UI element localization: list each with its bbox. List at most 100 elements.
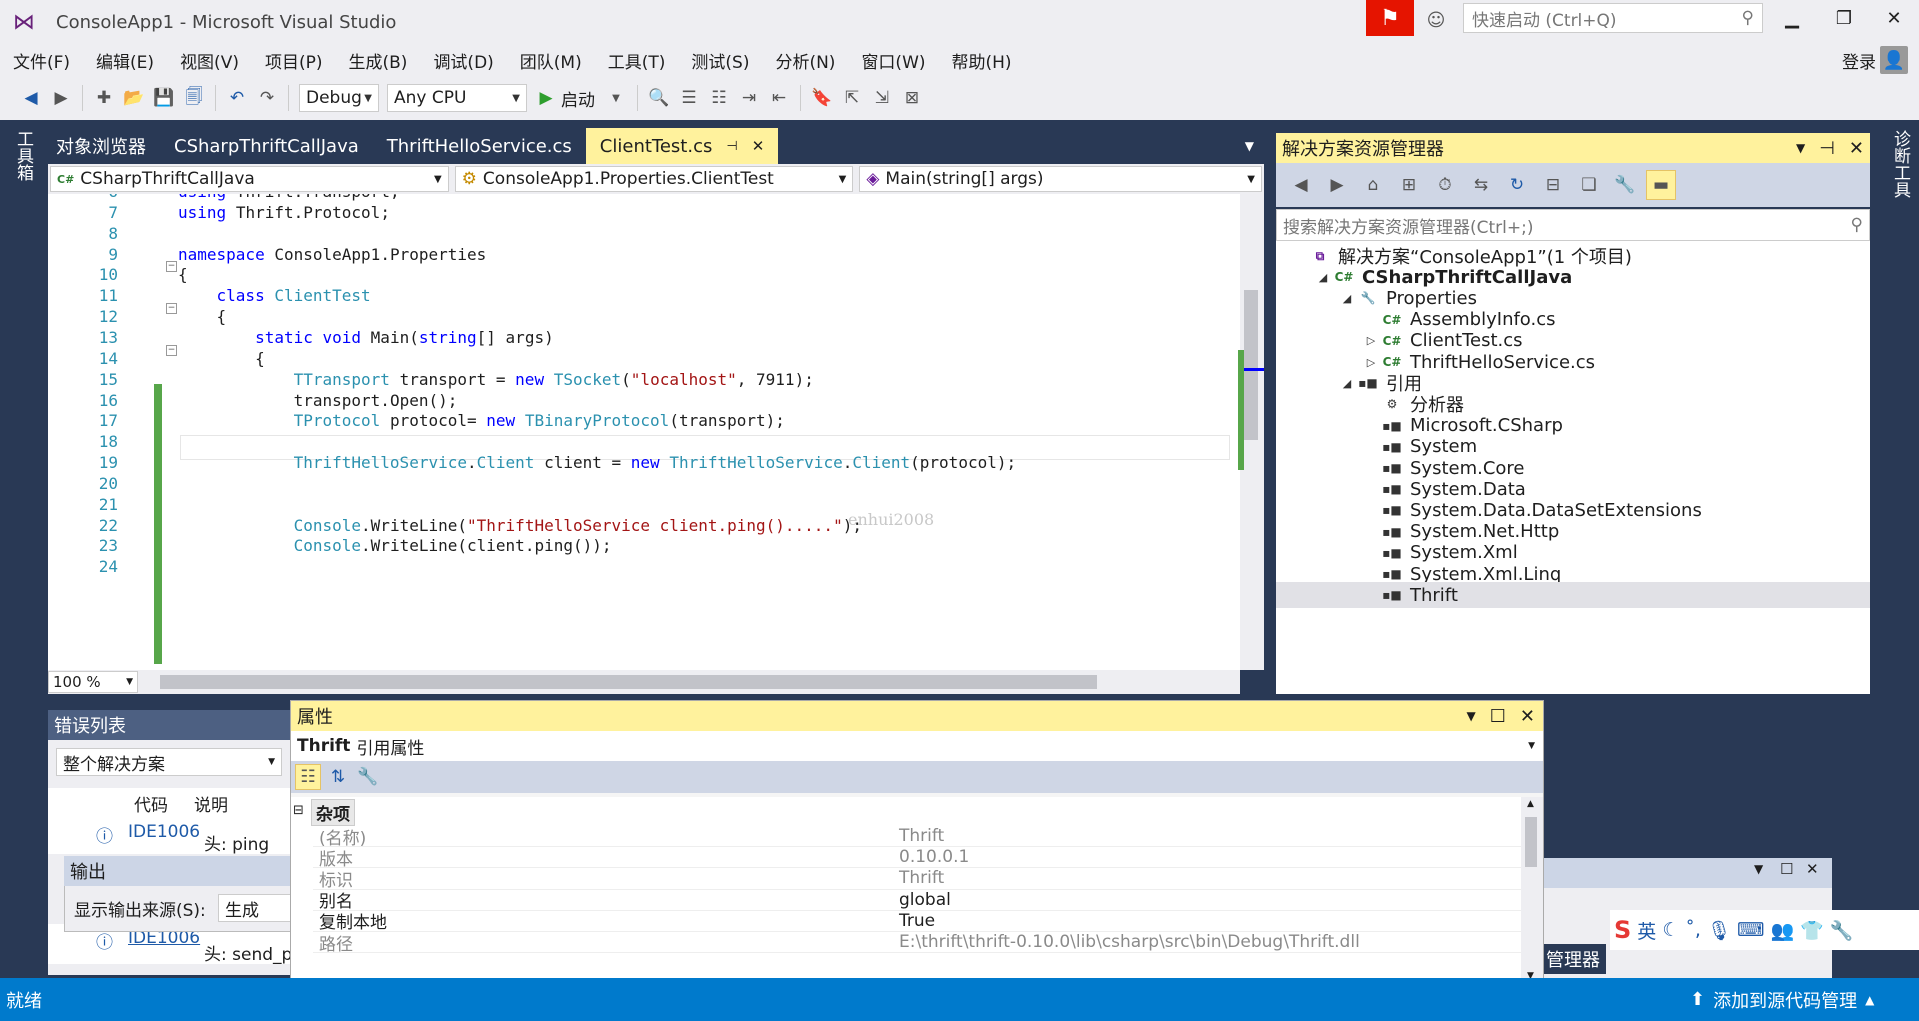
zoom-select[interactable]: 100 % ▼ — [48, 671, 138, 693]
menu-team[interactable]: 团队(M) — [507, 48, 595, 73]
next-bookmark-icon[interactable]: ⇲ — [867, 83, 897, 113]
project-select[interactable]: C# CSharpThriftCallJava ▼ — [50, 166, 449, 192]
properties-object-select[interactable]: Thrift 引用属性 ▼ — [291, 731, 1543, 761]
tab-overflow-icon[interactable]: ▼ — [1245, 139, 1254, 153]
error-row[interactable]: ⓘ IDE1006 头: ping — [48, 818, 293, 855]
start-play-icon[interactable]: ▶ — [531, 83, 561, 113]
scrollbar-thumb[interactable] — [1244, 290, 1258, 440]
collapse-icon[interactable]: ◢ — [1338, 292, 1356, 305]
minimize-button[interactable]: ▁ — [1766, 0, 1818, 36]
expand-icon[interactable]: ▷ — [1362, 334, 1380, 347]
type-select[interactable]: ⚙ ConsoleApp1.Properties.ClientTest ▼ — [454, 166, 854, 192]
user-avatar-icon[interactable]: 👤 — [1880, 46, 1908, 74]
switch-views-icon[interactable]: ⊞ — [1394, 170, 1424, 200]
property-value[interactable]: E:\thrift\thrift-0.10.0\lib\csharp\src\b… — [891, 932, 1521, 952]
undo-icon[interactable]: ↶ — [222, 83, 252, 113]
close-tab-icon[interactable]: ✕ — [752, 137, 765, 155]
property-row[interactable]: 路径 E:\thrift\thrift-0.10.0\lib\csharp\src… — [313, 932, 1521, 955]
chevron-down-icon[interactable]: ▼ — [1754, 862, 1763, 876]
configuration-select[interactable]: Debug ▼ — [299, 84, 379, 112]
prev-bookmark-icon[interactable]: ⇱ — [837, 83, 867, 113]
property-value[interactable]: global — [891, 890, 1521, 910]
column-header-description[interactable]: 说明 — [194, 791, 228, 816]
tab-client-test[interactable]: ClientTest.cs ⊣ ✕ — [585, 128, 779, 164]
forward-icon[interactable]: ▶ — [1322, 170, 1352, 200]
outdent-icon[interactable]: ⇤ — [764, 83, 794, 113]
property-value[interactable]: True — [891, 911, 1521, 931]
properties-wrench-icon[interactable]: 🔧 — [1610, 170, 1640, 200]
column-header-code[interactable]: 代码 — [134, 791, 168, 816]
add-to-source-control[interactable]: 添加到源代码管理 — [1713, 987, 1857, 1013]
diagnostic-tools-tab[interactable]: 诊断工具 — [1888, 130, 1913, 198]
property-value[interactable]: 0.10.0.1 — [891, 847, 1521, 867]
indent-icon[interactable]: ⇥ — [734, 83, 764, 113]
code-line[interactable]: 13 static void Main(string[] args) — [48, 328, 1240, 349]
collapse-icon[interactable]: ◢ — [1314, 271, 1332, 284]
code-line[interactable]: 15 TTransport transport = new TSocket("l… — [48, 370, 1240, 391]
close-icon[interactable]: ✕ — [1806, 860, 1819, 878]
login-link[interactable]: 登录 — [1842, 44, 1876, 76]
clear-bookmarks-icon[interactable]: ⊠ — [897, 83, 927, 113]
error-scope-select[interactable]: 整个解决方案 ▼ — [56, 748, 282, 776]
expand-icon[interactable]: ▷ — [1362, 356, 1380, 369]
code-line[interactable]: 19 ThriftHelloService.Client client = ne… — [48, 453, 1240, 474]
back-icon[interactable]: ◀ — [1286, 170, 1316, 200]
menu-file[interactable]: 文件(F) — [0, 48, 83, 73]
open-folder-icon[interactable]: 📂 — [119, 83, 149, 113]
solution-search-input[interactable]: 搜索解决方案资源管理器(Ctrl+;) ⚲ — [1276, 209, 1870, 241]
tab-thrift-hello-service[interactable]: ThriftHelloService.cs — [373, 128, 586, 164]
code-line[interactable]: 14 { — [48, 349, 1240, 370]
history-icon[interactable]: ⏱ — [1430, 170, 1460, 200]
tree-item[interactable]: ▪■ Thrift — [1276, 582, 1870, 609]
scrollbar-thumb[interactable] — [1525, 817, 1537, 867]
code-line[interactable]: 10 { — [48, 265, 1240, 286]
property-grid-scrollbar[interactable]: ▲ ▼ — [1521, 797, 1543, 985]
code-line[interactable]: 17 TProtocol protocol= new TBinaryProtoc… — [48, 411, 1240, 432]
preview-icon[interactable]: ▬ — [1646, 170, 1676, 200]
keyboard-icon[interactable]: ⌨ — [1737, 919, 1764, 941]
menu-edit[interactable]: 编辑(E) — [83, 48, 167, 73]
start-button[interactable]: 启动 — [561, 86, 595, 111]
error-code[interactable]: IDE1006 — [128, 822, 200, 842]
menu-project[interactable]: 项目(P) — [252, 48, 336, 73]
maximize-icon[interactable]: ☐ — [1780, 860, 1793, 878]
save-all-icon[interactable]: 🗐 — [179, 83, 209, 113]
code-line[interactable]: 18 — [48, 432, 1240, 453]
code-line[interactable]: 21 — [48, 495, 1240, 516]
alphabetical-icon[interactable]: ⇅ — [325, 764, 351, 790]
punctuation-icon[interactable]: ˚, — [1685, 919, 1701, 941]
feedback-icon[interactable]: ☺ — [1418, 4, 1454, 36]
collapse-all-icon[interactable]: ⊟ — [1538, 170, 1568, 200]
chevron-down-icon[interactable]: ▼ — [1467, 709, 1476, 723]
tab-project[interactable]: CSharpThriftCallJava — [160, 128, 373, 164]
save-icon[interactable]: 💾 — [149, 83, 179, 113]
menu-build[interactable]: 生成(B) — [336, 48, 421, 73]
menu-tools[interactable]: 工具(T) — [595, 48, 679, 73]
code-editor[interactable]: − − − 6using Thrift.Transport;7using Thr… — [48, 194, 1240, 670]
menu-debug[interactable]: 调试(D) — [420, 48, 506, 73]
code-line[interactable]: 22 Console.WriteLine("ThriftHelloService… — [48, 516, 1240, 537]
moon-icon[interactable]: ☾ — [1662, 919, 1679, 941]
property-pages-wrench-icon[interactable]: 🔧 — [355, 764, 381, 790]
platform-select[interactable]: Any CPU ▼ — [387, 84, 527, 112]
code-line[interactable]: 20 — [48, 474, 1240, 495]
pin-icon[interactable]: ⊣ — [726, 139, 737, 154]
tools-icon[interactable]: 🔧 — [1830, 919, 1854, 942]
code-line[interactable]: 12 { — [48, 307, 1240, 328]
back-icon[interactable]: ◀ — [16, 83, 46, 113]
quick-launch-input[interactable]: 快速启动 (Ctrl+Q) ⚲ — [1463, 3, 1763, 33]
skin-shirt-icon[interactable]: 👕 — [1800, 919, 1824, 942]
property-value[interactable]: Thrift — [891, 868, 1521, 888]
scroll-up-icon[interactable]: ▲ — [1527, 799, 1534, 809]
uncomment-icon[interactable]: ☷ — [704, 83, 734, 113]
code-line[interactable]: 9 namespace ConsoleApp1.Properties — [48, 245, 1240, 266]
notification-flag-icon[interactable]: ⚑ — [1366, 0, 1414, 36]
categorized-icon[interactable]: ☷ — [295, 764, 321, 790]
microphone-icon[interactable]: 🎙 — [1707, 919, 1731, 942]
code-line[interactable]: 6 using Thrift.Transport; — [48, 194, 1240, 203]
chevron-down-icon[interactable]: ▼ — [1796, 141, 1805, 155]
menu-analyze[interactable]: 分析(N) — [762, 48, 848, 73]
code-line[interactable]: 16 transport.Open(); — [48, 391, 1240, 412]
menu-window[interactable]: 窗口(W) — [848, 48, 938, 73]
chevron-down-icon[interactable]: ▼ — [601, 83, 631, 113]
